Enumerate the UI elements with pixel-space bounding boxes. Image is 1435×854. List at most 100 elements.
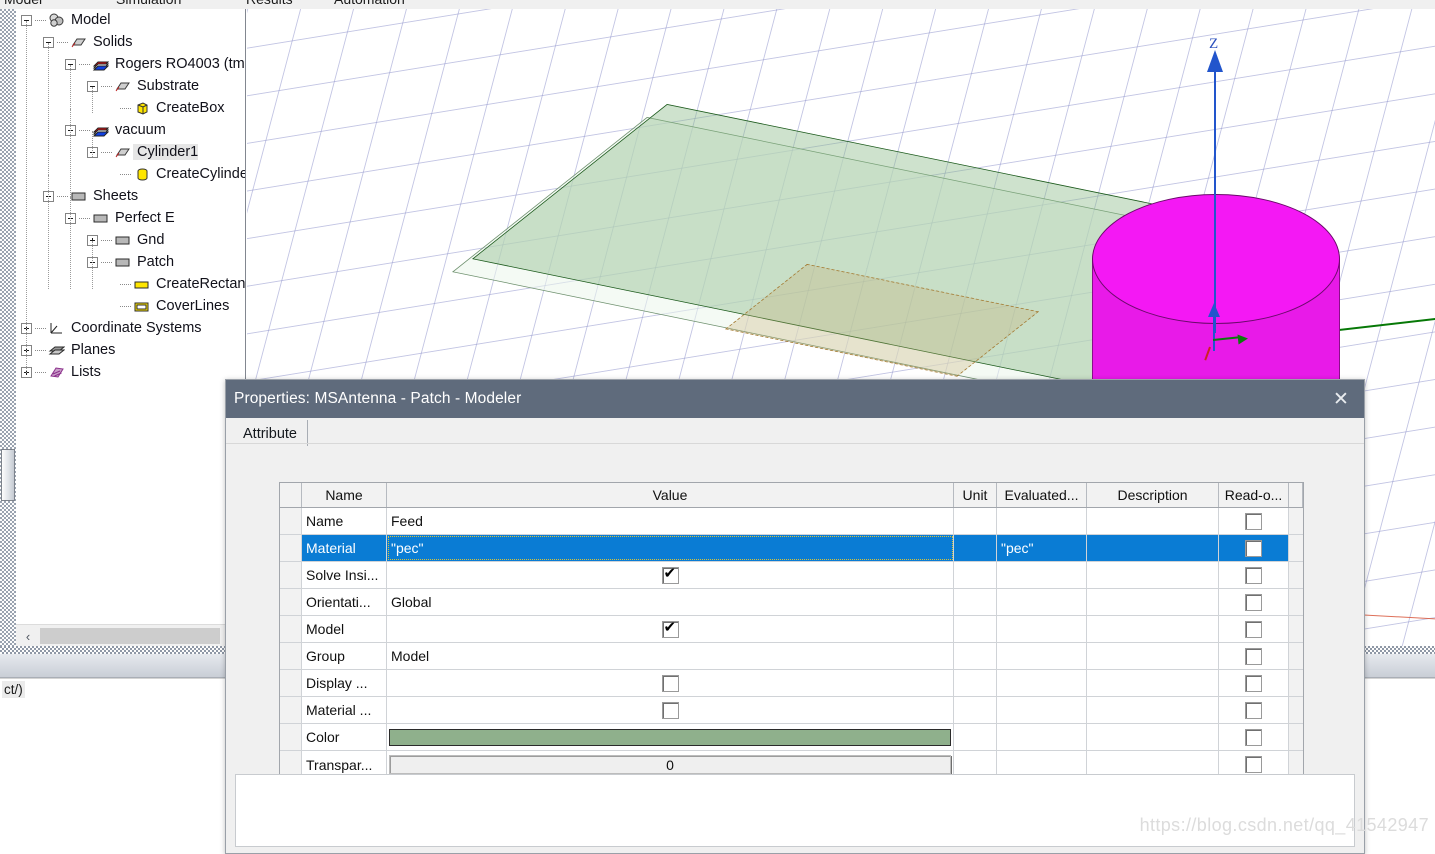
tree-scrollbar-thumb[interactable] — [1, 449, 15, 501]
tree-item-createcylinde[interactable]: CreateCylinde — [109, 163, 245, 185]
chevron-left-icon[interactable]: ‹ — [18, 627, 38, 645]
column-header-value[interactable]: Value — [387, 483, 954, 507]
row-selector-cell[interactable] — [280, 535, 302, 561]
tree-item-substrate[interactable]: Substrate — [87, 75, 199, 97]
property-value-cell[interactable]: "pec" — [387, 535, 954, 561]
tree-hscrollbar-thumb[interactable] — [40, 628, 220, 644]
transparency-slider[interactable]: 0 — [389, 755, 951, 774]
checkbox-unchecked-icon[interactable] — [661, 674, 679, 692]
tree-item-createrectan[interactable]: CreateRectan — [109, 273, 245, 295]
column-header-evaluated[interactable]: Evaluated... — [997, 483, 1087, 507]
property-unit-cell[interactable] — [954, 589, 997, 615]
property-readonly-cell[interactable] — [1219, 697, 1289, 723]
tree-item-solids[interactable]: Solids — [43, 31, 133, 53]
property-description-cell[interactable] — [1087, 643, 1219, 669]
property-unit-cell[interactable] — [954, 724, 997, 750]
table-row[interactable]: Color — [280, 724, 1303, 751]
property-readonly-cell[interactable] — [1219, 589, 1289, 615]
property-readonly-cell[interactable] — [1219, 670, 1289, 696]
property-description-cell[interactable] — [1087, 589, 1219, 615]
readonly-checkbox[interactable] — [1245, 593, 1262, 611]
checkbox-unchecked-icon[interactable] — [661, 701, 679, 719]
property-unit-cell[interactable] — [954, 670, 997, 696]
tree-horizontal-scrollbar[interactable]: ‹ — [16, 624, 245, 646]
row-selector-cell[interactable] — [280, 724, 302, 750]
tree-item-lists[interactable]: Lists — [21, 361, 101, 383]
column-header-unit[interactable]: Unit — [954, 483, 997, 507]
readonly-checkbox[interactable] — [1245, 539, 1262, 557]
table-row[interactable]: Material "pec" "pec" — [280, 535, 1303, 562]
property-unit-cell[interactable] — [954, 562, 997, 588]
table-row[interactable]: Name Feed — [280, 508, 1303, 535]
tree-item-coordinate-systems[interactable]: Coordinate Systems — [21, 317, 202, 339]
row-selector-cell[interactable] — [280, 697, 302, 723]
row-selector-cell[interactable] — [280, 589, 302, 615]
table-row[interactable]: Material ... — [280, 697, 1303, 724]
readonly-checkbox[interactable] — [1245, 728, 1262, 746]
menu-item-simulation[interactable]: Simulation — [116, 0, 181, 7]
dialog-tab-strip[interactable]: Attribute — [226, 418, 1364, 446]
property-unit-cell[interactable] — [954, 508, 997, 534]
menu-item-results[interactable]: Results — [246, 0, 293, 7]
property-readonly-cell[interactable] — [1219, 508, 1289, 534]
property-value-cell[interactable] — [387, 697, 954, 723]
property-value-cell[interactable] — [387, 616, 954, 642]
dialog-title-bar[interactable]: Properties: MSAntenna - Patch - Modeler … — [226, 380, 1364, 418]
property-description-cell[interactable] — [1087, 670, 1219, 696]
column-header-read-o[interactable]: Read-o... — [1219, 483, 1289, 507]
tree-item-perfect-e[interactable]: Perfect E — [65, 207, 175, 229]
tree-item-gnd[interactable]: Gnd — [87, 229, 164, 251]
column-header-name[interactable]: Name — [302, 483, 387, 507]
property-description-cell[interactable] — [1087, 535, 1219, 561]
color-swatch[interactable] — [389, 728, 951, 746]
menu-item-model[interactable]: Model — [4, 0, 42, 7]
tree-vertical-scrollbar[interactable] — [0, 9, 16, 646]
readonly-checkbox[interactable] — [1245, 620, 1262, 638]
properties-table[interactable]: Name Value Unit Evaluated... Description Read… — [279, 482, 1304, 779]
readonly-checkbox[interactable] — [1245, 566, 1262, 584]
tree-item-model[interactable]: Model — [21, 9, 111, 31]
property-unit-cell[interactable] — [954, 697, 997, 723]
checkbox-checked-icon[interactable] — [661, 565, 679, 584]
property-readonly-cell[interactable] — [1219, 643, 1289, 669]
table-row[interactable]: Display ... — [280, 670, 1303, 697]
property-description-cell[interactable] — [1087, 616, 1219, 642]
property-readonly-cell[interactable] — [1219, 616, 1289, 642]
column-header-blank-0[interactable] — [280, 483, 302, 507]
property-unit-cell[interactable] — [954, 643, 997, 669]
checkbox-checked-icon[interactable] — [661, 619, 679, 638]
model-tree[interactable]: Model Solids Rogers RO4003 (tm Substrate Cre… — [16, 9, 245, 624]
property-value-cell[interactable]: Feed — [387, 508, 954, 534]
tree-item-patch[interactable]: Patch — [87, 251, 174, 273]
row-selector-cell[interactable] — [280, 643, 302, 669]
property-value-cell[interactable] — [387, 562, 954, 588]
table-row[interactable]: Orientati... Global — [280, 589, 1303, 616]
row-selector-cell[interactable] — [280, 616, 302, 642]
tree-item-planes[interactable]: Planes — [21, 339, 115, 361]
property-description-cell[interactable] — [1087, 562, 1219, 588]
tree-item-cylinder1[interactable]: Cylinder1 — [87, 141, 199, 163]
properties-dialog[interactable]: Properties: MSAntenna - Patch - Modeler … — [225, 379, 1365, 854]
property-value-cell[interactable] — [387, 724, 954, 750]
property-unit-cell[interactable] — [954, 616, 997, 642]
readonly-checkbox[interactable] — [1245, 647, 1262, 665]
close-icon[interactable]: ✕ — [1318, 380, 1364, 418]
readonly-checkbox[interactable] — [1245, 756, 1262, 773]
readonly-checkbox[interactable] — [1245, 512, 1262, 530]
property-description-cell[interactable] — [1087, 724, 1219, 750]
table-row[interactable]: Group Model — [280, 643, 1303, 670]
column-header-blank-7[interactable] — [1289, 483, 1303, 507]
property-readonly-cell[interactable] — [1219, 535, 1289, 561]
tree-item-coverlines[interactable]: CoverLines — [109, 295, 229, 317]
tree-item-sheets[interactable]: Sheets — [43, 185, 138, 207]
tree-item-rogers-ro4003-tm[interactable]: Rogers RO4003 (tm — [65, 53, 245, 75]
tree-item-vacuum[interactable]: vacuum — [65, 119, 166, 141]
property-description-cell[interactable] — [1087, 697, 1219, 723]
property-description-cell[interactable] — [1087, 508, 1219, 534]
tree-item-createbox[interactable]: CreateBox — [109, 97, 225, 119]
row-selector-cell[interactable] — [280, 670, 302, 696]
readonly-checkbox[interactable] — [1245, 701, 1262, 719]
table-row[interactable]: Model — [280, 616, 1303, 643]
column-header-description[interactable]: Description — [1087, 483, 1219, 507]
property-unit-cell[interactable] — [954, 535, 997, 561]
